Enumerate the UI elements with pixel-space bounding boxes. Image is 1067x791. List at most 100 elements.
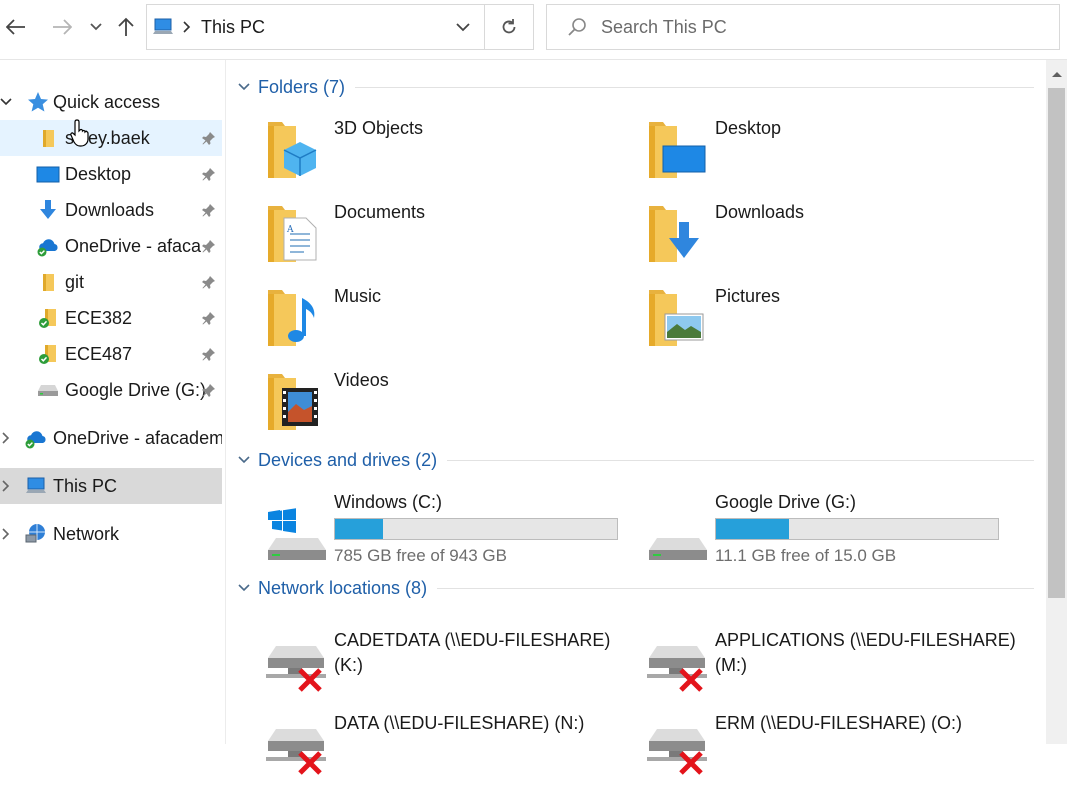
vertical-scrollbar[interactable] [1046, 60, 1067, 744]
sidebar-item-label: Desktop [65, 163, 132, 184]
pin-icon[interactable] [200, 201, 218, 219]
documents-folder-icon: A [268, 206, 317, 262]
network-location-label: ERM (\\EDU-FILESHARE) (O:) [715, 713, 963, 733]
sidebar-item-label: OneDrive - afacadem [53, 427, 222, 448]
folder-label: Downloads [715, 202, 805, 222]
drive-usage-fill [716, 519, 790, 539]
devices-group-header[interactable]: Devices and drives (2) [238, 445, 1034, 475]
hand-cursor-icon [70, 119, 89, 147]
folder-tile-downloads[interactable]: Downloads [647, 200, 1007, 280]
breadcrumb-chevron-icon[interactable] [183, 21, 191, 33]
recent-locations-button[interactable] [84, 12, 108, 42]
folder-synced-icon [36, 342, 60, 366]
this-pc-icon [151, 17, 175, 37]
folder-label: Pictures [715, 286, 781, 306]
collapsed-chevron-icon[interactable] [0, 516, 12, 552]
sidebar-item-label: ECE382 [65, 307, 133, 328]
windows-drive-icon [268, 508, 326, 560]
expanded-chevron-icon[interactable] [0, 84, 12, 120]
address-dropdown-icon[interactable] [456, 22, 470, 32]
search-placeholder: Search This PC [601, 16, 727, 37]
svg-text:A: A [286, 225, 294, 235]
network-location-drive-letter: (M:) [715, 655, 747, 675]
collapsed-chevron-icon[interactable] [0, 420, 12, 456]
group-collapse-chevron-icon[interactable] [238, 584, 250, 592]
search-input[interactable]: Search This PC [546, 4, 1060, 50]
pin-icon[interactable] [200, 273, 218, 291]
folder-tile-music[interactable]: Music [266, 284, 626, 364]
pin-icon[interactable] [200, 381, 218, 399]
network-drive-tile-k[interactable]: CADETDATA (\\EDU-FILESHARE) (K:) [266, 628, 636, 708]
sidebar-item-google-drive[interactable]: Google Drive (G:) [0, 372, 222, 408]
pin-icon[interactable] [200, 309, 218, 327]
folder-tile-desktop[interactable]: Desktop [647, 116, 1007, 196]
network-drive-tile-o[interactable]: ERM (\\EDU-FILESHARE) (O:) [647, 711, 1017, 791]
drive-free-space: 11.1 GB free of 15.0 GB [715, 546, 897, 565]
3d-objects-folder-icon [268, 122, 317, 178]
pin-icon[interactable] [200, 237, 218, 255]
folder-synced-icon [36, 306, 60, 330]
drive-tile-windows-c[interactable]: Windows (C:) 785 GB free of 943 GB [266, 490, 636, 570]
forward-arrow-icon [53, 19, 72, 35]
drive-icon [36, 378, 60, 402]
network-locations-group-header[interactable]: Network locations (8) [238, 573, 1034, 603]
network-location-label: DATA (\\EDU-FILESHARE) (N:) [334, 713, 585, 733]
folders-group-header[interactable]: Folders (7) [238, 72, 1034, 102]
collapsed-chevron-icon[interactable] [0, 468, 12, 504]
sidebar-item-git[interactable]: git [0, 264, 222, 300]
pin-icon[interactable] [200, 345, 218, 363]
pin-icon[interactable] [200, 129, 218, 147]
sidebar-item-ece382[interactable]: ECE382 [0, 300, 222, 336]
group-collapse-chevron-icon[interactable] [238, 456, 250, 464]
folder-icon [36, 126, 60, 150]
folder-icon [36, 270, 60, 294]
scroll-up-arrow-icon[interactable] [1046, 64, 1067, 84]
sidebar-item-ece487[interactable]: ECE487 [0, 336, 222, 372]
folder-label: 3D Objects [334, 118, 424, 138]
group-collapse-chevron-icon[interactable] [238, 83, 250, 91]
network-drive-tile-m[interactable]: APPLICATIONS (\\EDU-FILESHARE) (M:) [647, 628, 1027, 708]
drive-tile-google-drive[interactable]: Google Drive (G:) 11.1 GB free of 15.0 G… [647, 490, 1017, 570]
address-bar[interactable]: This PC [146, 4, 484, 50]
folder-tile-pictures[interactable]: Pictures [647, 284, 1007, 364]
folder-tile-3d-objects[interactable]: 3D Objects [266, 116, 626, 196]
sidebar-item-network[interactable]: Network [0, 516, 222, 552]
sidebar-item-label: Quick access [53, 91, 161, 112]
sidebar-item-downloads[interactable]: Downloads [0, 192, 222, 228]
refresh-button[interactable] [484, 4, 534, 50]
scrollbar-thumb[interactable] [1048, 88, 1065, 598]
network-drive-tile-n[interactable]: DATA (\\EDU-FILESHARE) (N:) [266, 711, 636, 791]
drive-usage-fill [335, 519, 383, 539]
sidebar-item-label: Downloads [65, 199, 155, 220]
drive-label: Windows (C:) [334, 492, 443, 512]
pin-icon[interactable] [200, 165, 218, 183]
search-icon [567, 17, 587, 37]
refresh-icon [502, 19, 516, 34]
up-button[interactable] [112, 12, 140, 42]
folder-label: Documents [334, 202, 426, 222]
sidebar-item-desktop[interactable]: Desktop [0, 156, 222, 192]
back-button[interactable] [2, 12, 30, 42]
sidebar-item-onedrive[interactable]: OneDrive - afacadem [0, 420, 222, 456]
folder-label: Videos [334, 370, 389, 390]
onedrive-icon [36, 234, 60, 258]
music-folder-icon [268, 290, 315, 346]
folder-tile-documents[interactable]: A Documents [266, 200, 626, 280]
sidebar-item-label: git [65, 271, 85, 292]
disconnected-network-drive-icon [647, 646, 707, 692]
download-arrow-icon [36, 198, 60, 222]
sidebar-item-onedrive-pinned[interactable]: OneDrive - afaca [0, 228, 222, 264]
desktop-icon [36, 162, 60, 186]
up-arrow-icon [118, 17, 134, 36]
sidebar-item-this-pc[interactable]: This PC [0, 468, 222, 504]
folder-tile-videos[interactable]: Videos [266, 368, 626, 448]
star-icon [26, 90, 50, 114]
breadcrumb-this-pc[interactable]: This PC [201, 17, 265, 38]
forward-button[interactable] [48, 12, 76, 42]
group-divider [437, 587, 1034, 589]
group-title: Devices and drives (2) [258, 449, 438, 470]
pictures-folder-icon [649, 290, 704, 346]
sidebar-item-quick-access[interactable]: Quick access [0, 84, 222, 120]
disconnected-network-drive-icon [266, 729, 326, 775]
sidebar-item-ashley-baek[interactable]: s​hley.baek [0, 120, 222, 156]
